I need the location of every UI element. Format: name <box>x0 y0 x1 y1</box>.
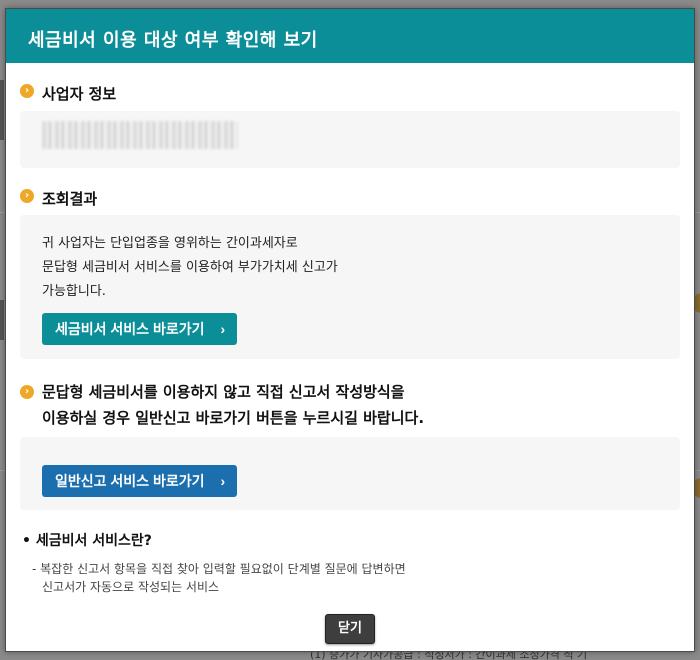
tax-secretary-service-button-label: 세금비서 서비스 바로가기 <box>55 321 205 337</box>
close-button[interactable]: 닫기 <box>325 614 375 644</box>
background-left-strip <box>0 300 4 340</box>
general-filing-section: › 문답형 세금비서를 이용하지 않고 직접 신고서 작성방식을 이용하실 경우… <box>20 379 680 510</box>
chevron-right-icon: › <box>220 321 226 337</box>
business-info-heading-text: 사업자 정보 <box>42 85 117 103</box>
chevron-right-circle-icon: › <box>20 385 34 399</box>
about-description-line: 신고서가 자동으로 작성되는 서비스 <box>42 580 220 594</box>
general-filing-service-button[interactable]: 일반신고 서비스 바로가기 › <box>42 465 238 497</box>
modal-header: 세금비서 이용 대상 여부 확인해 보기 <box>6 9 694 63</box>
chevron-right-icon: › <box>220 473 226 489</box>
about-description: - 복잡한 신고서 항목을 직접 찾아 입력할 필요없이 단계별 질문에 답변하… <box>20 560 680 596</box>
result-box: 귀 사업자는 단입업종을 영위하는 간이과세자로 문답형 세금비서 서비스를 이… <box>20 215 680 359</box>
about-heading: • 세금비서 서비스란? <box>22 533 152 549</box>
redacted-business-number <box>42 121 238 149</box>
general-filing-service-button-label: 일반신고 서비스 바로가기 <box>55 473 205 489</box>
business-info-heading: › 사업자 정보 <box>20 83 680 104</box>
result-text-line: 문답형 세금비서 서비스를 이용하여 부가가치세 신고가 <box>42 260 338 275</box>
business-info-box <box>20 111 680 168</box>
close-button-wrap: 닫기 <box>20 614 680 644</box>
result-heading: › 조회결과 <box>20 188 680 209</box>
general-filing-heading-line: 문답형 세금비서를 이용하지 않고 직접 신고서 작성방식을 <box>42 383 405 401</box>
general-filing-heading: › 문답형 세금비서를 이용하지 않고 직접 신고서 작성방식을 이용하실 경우… <box>20 379 680 431</box>
result-heading-text: 조회결과 <box>42 190 98 208</box>
chevron-right-circle-icon: › <box>20 189 34 203</box>
background-left-strip <box>0 80 4 140</box>
result-text-line: 가능합니다. <box>42 284 106 299</box>
about-description-line: - 복잡한 신고서 항목을 직접 찾아 입력할 필요없이 단계별 질문에 답변하… <box>32 562 406 576</box>
general-filing-heading-line: 이용하실 경우 일반신고 바로가기 버튼을 누르시길 바랍니다. <box>42 409 425 427</box>
business-info-section: › 사업자 정보 <box>20 83 680 168</box>
result-text-line: 귀 사업자는 단입업종을 영위하는 간이과세자로 <box>42 236 298 251</box>
chevron-right-circle-icon: › <box>20 84 34 98</box>
tax-secretary-eligibility-modal: 세금비서 이용 대상 여부 확인해 보기 › 사업자 정보 › 조회결과 귀 사… <box>5 8 695 652</box>
result-section: › 조회결과 귀 사업자는 단입업종을 영위하는 간이과세자로 문답형 세금비서… <box>20 188 680 359</box>
modal-title: 세금비서 이용 대상 여부 확인해 보기 <box>28 30 318 51</box>
modal-body: › 사업자 정보 › 조회결과 귀 사업자는 단입업종을 영위하는 간이과세자로… <box>6 83 694 644</box>
general-filing-box: 일반신고 서비스 바로가기 › <box>20 437 680 510</box>
tax-secretary-service-button[interactable]: 세금비서 서비스 바로가기 › <box>42 313 238 345</box>
